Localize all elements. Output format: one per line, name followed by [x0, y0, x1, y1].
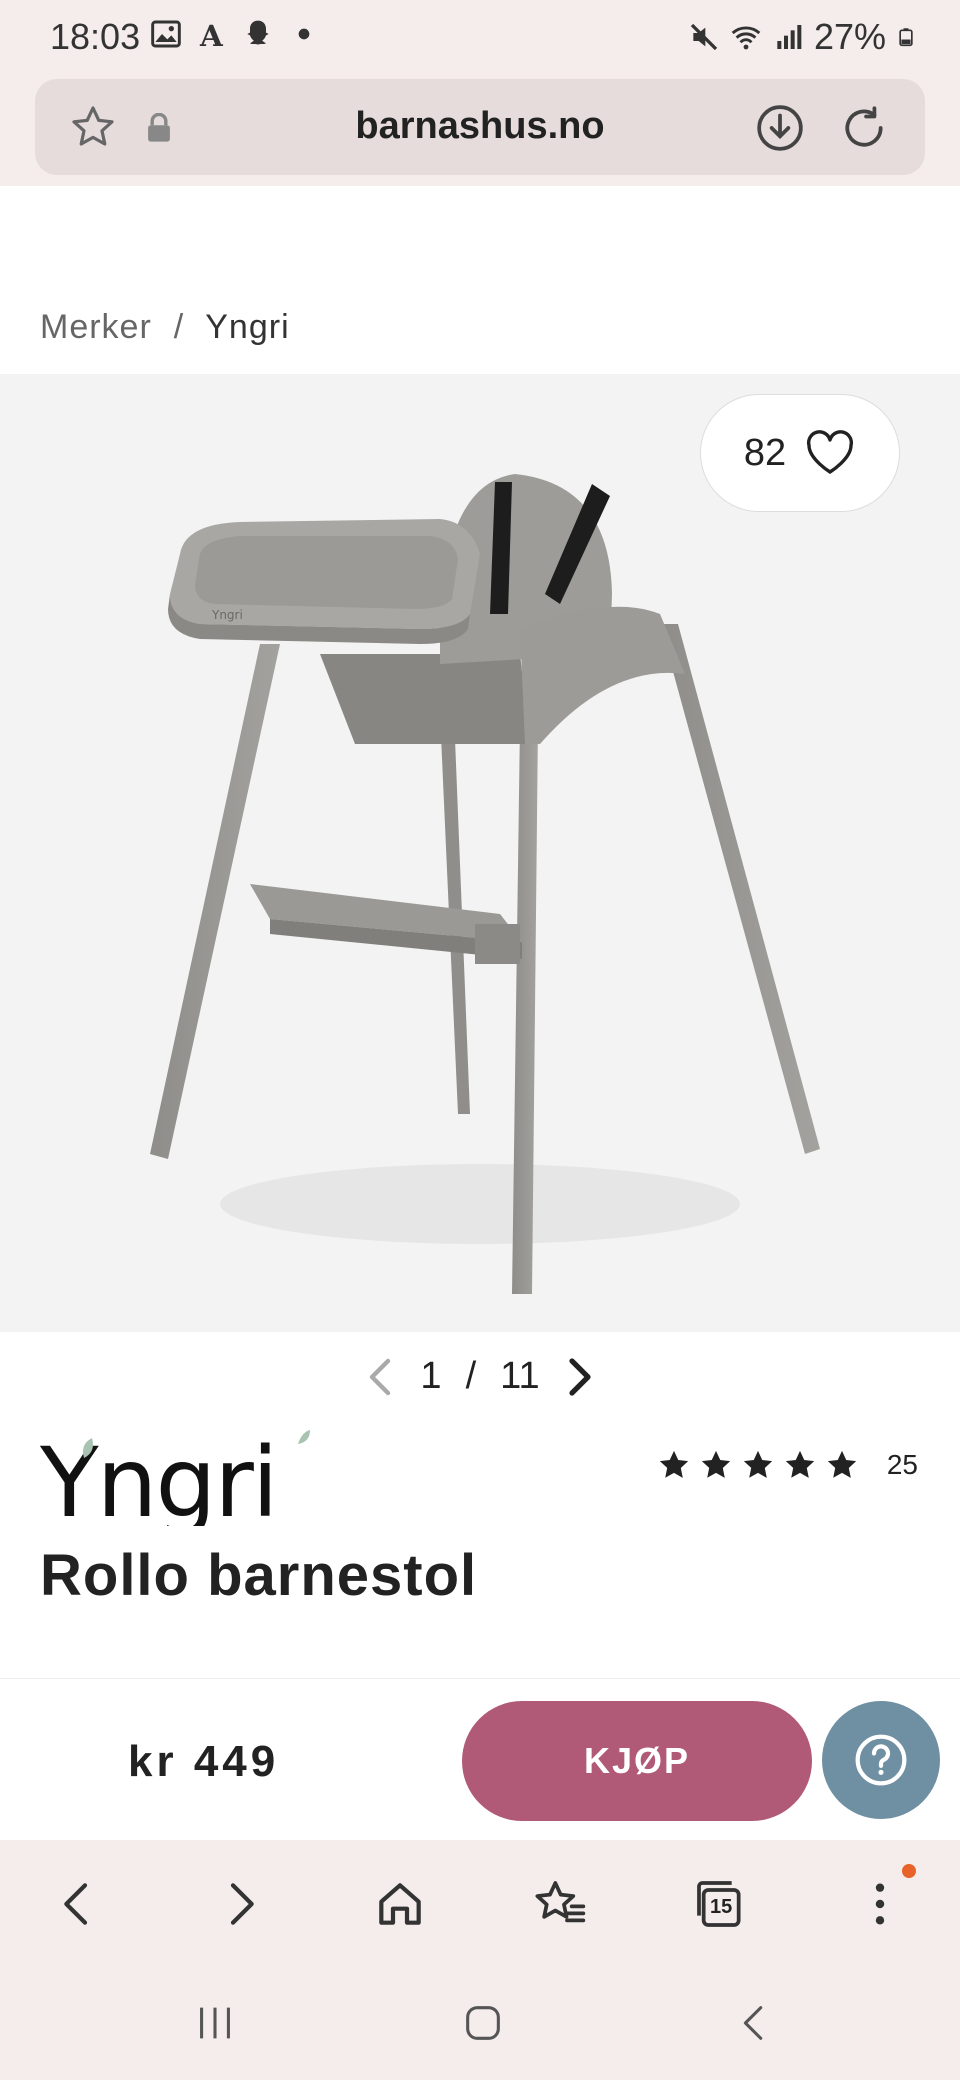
- product-rating[interactable]: 25: [657, 1448, 918, 1482]
- font-icon: A: [199, 18, 224, 50]
- star-icon: [785, 1450, 815, 1478]
- image-icon: [151, 20, 181, 48]
- chevron-left-icon[interactable]: [364, 1357, 396, 1397]
- system-nav-bar: [0, 1960, 960, 2080]
- breadcrumb-link-merker[interactable]: Merker: [40, 308, 152, 347]
- svg-text:A: A: [199, 18, 224, 50]
- star-icon: [827, 1450, 857, 1478]
- product-gallery[interactable]: Yngri 82: [0, 374, 960, 1332]
- download-icon[interactable]: [755, 103, 805, 153]
- product-price: kr 449: [128, 1737, 280, 1786]
- help-button[interactable]: [822, 1701, 940, 1819]
- address-bar[interactable]: barnashus.no: [35, 79, 925, 175]
- wifi-icon: [731, 26, 761, 50]
- status-bar: 18:03 A 27%: [0, 0, 960, 76]
- reload-icon[interactable]: [839, 103, 889, 153]
- back-icon[interactable]: [50, 1876, 106, 1932]
- page-separator: /: [465, 1355, 477, 1397]
- buy-button[interactable]: KJØP: [462, 1701, 812, 1821]
- status-right-icons: 27%: [688, 16, 916, 58]
- chevron-right-icon[interactable]: [564, 1357, 596, 1397]
- browser-bottom-bar: 15: [0, 1840, 960, 1960]
- browser-toolbar: barnashus.no: [0, 76, 960, 186]
- product-title: Rollo barnestol: [40, 1543, 478, 1608]
- system-back-icon[interactable]: [730, 2000, 780, 2046]
- favorite-count: 82: [743, 431, 787, 474]
- review-count: 25: [886, 1449, 918, 1480]
- home-button-icon[interactable]: [458, 2000, 508, 2046]
- status-left-icons: A: [150, 18, 320, 50]
- mute-icon: [690, 23, 718, 51]
- battery-percent: 27%: [813, 16, 886, 57]
- heart-icon: [807, 430, 854, 474]
- star-icon: [659, 1450, 689, 1478]
- question-icon: [855, 1734, 907, 1786]
- battery-icon: [899, 28, 913, 47]
- snapchat-icon: [247, 20, 269, 45]
- buy-bar: kr 449 KJØP: [0, 1678, 960, 1840]
- product-image[interactable]: Yngri: [140, 414, 840, 1294]
- gallery-pager: 1 / 11: [0, 1355, 960, 1398]
- breadcrumb: Merker / Yngri: [40, 308, 290, 347]
- status-time: 18:03: [50, 16, 141, 57]
- tabs-count: 15: [710, 1896, 733, 1918]
- svg-text:Yngri: Yngri: [211, 608, 243, 622]
- tabs-button[interactable]: 15: [692, 1876, 748, 1932]
- forward-icon[interactable]: [212, 1876, 268, 1932]
- dot-icon: [298, 28, 310, 40]
- home-icon[interactable]: [372, 1876, 428, 1932]
- brand-logo[interactable]: Yngri: [40, 1430, 320, 1526]
- favorite-button[interactable]: 82: [700, 394, 900, 512]
- recent-apps-icon[interactable]: [190, 2000, 240, 2046]
- star-icon: [701, 1450, 731, 1478]
- signal-icon: [777, 25, 802, 49]
- star-icon: [743, 1450, 773, 1478]
- more-menu-icon[interactable]: [852, 1876, 908, 1932]
- bookmarks-icon[interactable]: [532, 1876, 588, 1932]
- breadcrumb-separator: /: [173, 308, 184, 346]
- current-page: 1: [420, 1355, 442, 1397]
- notification-dot: [902, 1864, 916, 1878]
- breadcrumb-current[interactable]: Yngri: [205, 308, 289, 347]
- brand-logo-text: Yngri: [40, 1430, 277, 1526]
- total-pages: 11: [500, 1355, 540, 1397]
